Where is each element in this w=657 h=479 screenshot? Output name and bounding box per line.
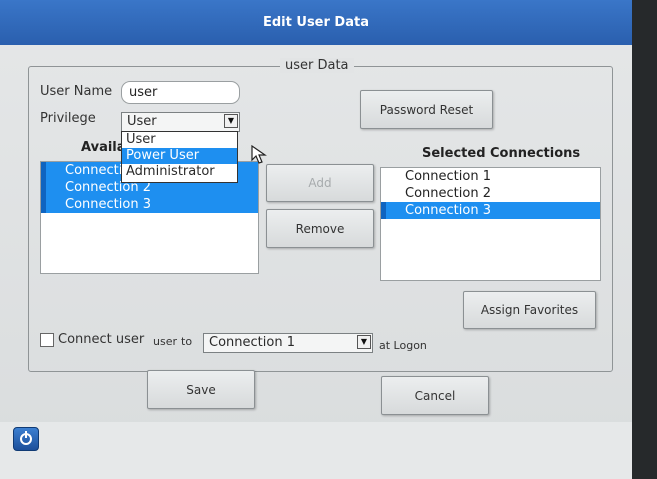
privilege-label: Privilege — [40, 111, 96, 126]
list-item[interactable]: Connection 1 — [381, 168, 600, 185]
group-legend: user Data — [280, 58, 354, 73]
connect-user-label: Connect user — [58, 332, 145, 347]
username-input[interactable]: user — [121, 81, 240, 104]
username-label: User Name — [40, 84, 113, 99]
save-label: Save — [186, 382, 216, 397]
logon-connection-value: Connection 1 — [209, 335, 295, 350]
selected-connections-list[interactable]: Connection 1 Connection 2 Connection 3 — [380, 167, 601, 281]
privilege-value: User — [127, 114, 157, 129]
list-item[interactable]: Connection 2 — [381, 185, 600, 202]
cancel-button[interactable]: Cancel — [381, 376, 489, 415]
window-title: Edit User Data — [263, 15, 369, 30]
arrow-cursor-icon — [251, 145, 267, 164]
cancel-label: Cancel — [414, 388, 456, 403]
connect-at-logon-checkbox[interactable] — [40, 333, 54, 347]
add-button[interactable]: Add — [266, 164, 374, 202]
privilege-option[interactable]: Power User — [122, 148, 237, 164]
remove-label: Remove — [295, 221, 345, 236]
power-icon[interactable] — [13, 427, 39, 451]
at-logon-text: at Logon — [379, 339, 427, 352]
remove-button[interactable]: Remove — [266, 209, 374, 248]
list-item[interactable]: Connection 3 — [41, 196, 258, 213]
logon-connection-select[interactable]: Connection 1 ▼ — [203, 333, 373, 353]
chevron-down-icon[interactable]: ▼ — [357, 335, 371, 349]
logon-to-text: to — [181, 335, 193, 348]
list-item[interactable]: Connection 3 — [381, 202, 600, 219]
add-label: Add — [308, 176, 332, 190]
logon-user-text: user — [153, 335, 177, 348]
assign-favorites-button[interactable]: Assign Favorites — [463, 291, 596, 329]
selected-heading: Selected Connections — [422, 146, 581, 161]
password-reset-button[interactable]: Password Reset — [360, 90, 493, 129]
password-reset-label: Password Reset — [379, 102, 474, 117]
window-titlebar: Edit User Data — [0, 0, 632, 45]
privilege-option[interactable]: Administrator — [122, 164, 237, 180]
chevron-down-icon[interactable]: ▼ — [224, 114, 238, 128]
privilege-option[interactable]: User — [122, 132, 237, 148]
taskbar — [0, 422, 632, 479]
privilege-select[interactable]: User ▼ — [121, 112, 240, 132]
screen-edge — [632, 0, 657, 479]
privilege-dropdown[interactable]: User Power User Administrator — [121, 131, 238, 183]
save-button[interactable]: Save — [147, 370, 255, 409]
assign-favorites-label: Assign Favorites — [480, 303, 579, 317]
